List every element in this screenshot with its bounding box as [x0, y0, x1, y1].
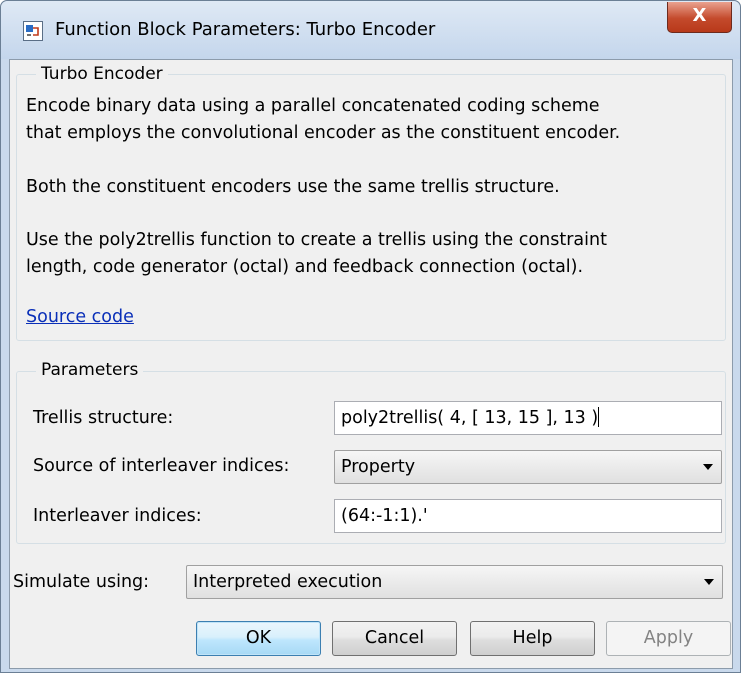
apply-button[interactable]: Apply [606, 621, 731, 656]
close-icon: X [692, 5, 707, 26]
interleaver-indices-value: (64:-1:1).' [341, 506, 428, 526]
trellis-structure-input[interactable]: poly2trellis( 4, [ 13, 15 ], 13 ) [334, 401, 722, 435]
chevron-down-icon [704, 579, 714, 585]
ok-button[interactable]: OK [196, 621, 321, 656]
close-button[interactable]: X [667, 2, 732, 33]
dialog-body: Turbo Encoder Encode binary data using a… [9, 59, 733, 669]
description-line-1: Encode binary data using a parallel conc… [26, 96, 600, 116]
trellis-structure-label: Trellis structure: [33, 408, 174, 428]
interleaver-source-value: Property [341, 457, 416, 477]
cancel-button[interactable]: Cancel [332, 621, 457, 656]
simulate-using-value: Interpreted execution [193, 572, 383, 592]
description-line-3: Both the constituent encoders use the sa… [26, 177, 560, 197]
title-bar[interactable]: Function Block Parameters: Turbo Encoder… [1, 1, 740, 59]
description-line-2: that employs the convolutional encoder a… [26, 123, 621, 143]
window-title: Function Block Parameters: Turbo Encoder [55, 19, 436, 40]
chevron-down-icon [703, 464, 713, 470]
description-group-title: Turbo Encoder [36, 64, 168, 84]
simulate-using-dropdown[interactable]: Interpreted execution [186, 565, 723, 599]
dialog-window: Function Block Parameters: Turbo Encoder… [0, 0, 741, 673]
trellis-structure-value: poly2trellis( 4, [ 13, 15 ], 13 ) [341, 408, 599, 428]
parameters-group-title: Parameters [36, 360, 144, 380]
interleaver-source-label: Source of interleaver indices: [33, 456, 290, 476]
description-line-5: length, code generator (octal) and feedb… [26, 257, 584, 277]
interleaver-source-dropdown[interactable]: Property [334, 450, 722, 484]
interleaver-indices-label: Interleaver indices: [33, 506, 202, 526]
source-code-link[interactable]: Source code [26, 307, 134, 327]
text-caret [598, 407, 600, 427]
simulate-using-label: Simulate using: [13, 572, 150, 592]
interleaver-indices-input[interactable]: (64:-1:1).' [334, 499, 722, 533]
description-line-4: Use the poly2trellis function to create … [26, 230, 607, 250]
simulink-block-icon [23, 21, 43, 41]
help-button[interactable]: Help [470, 621, 595, 656]
